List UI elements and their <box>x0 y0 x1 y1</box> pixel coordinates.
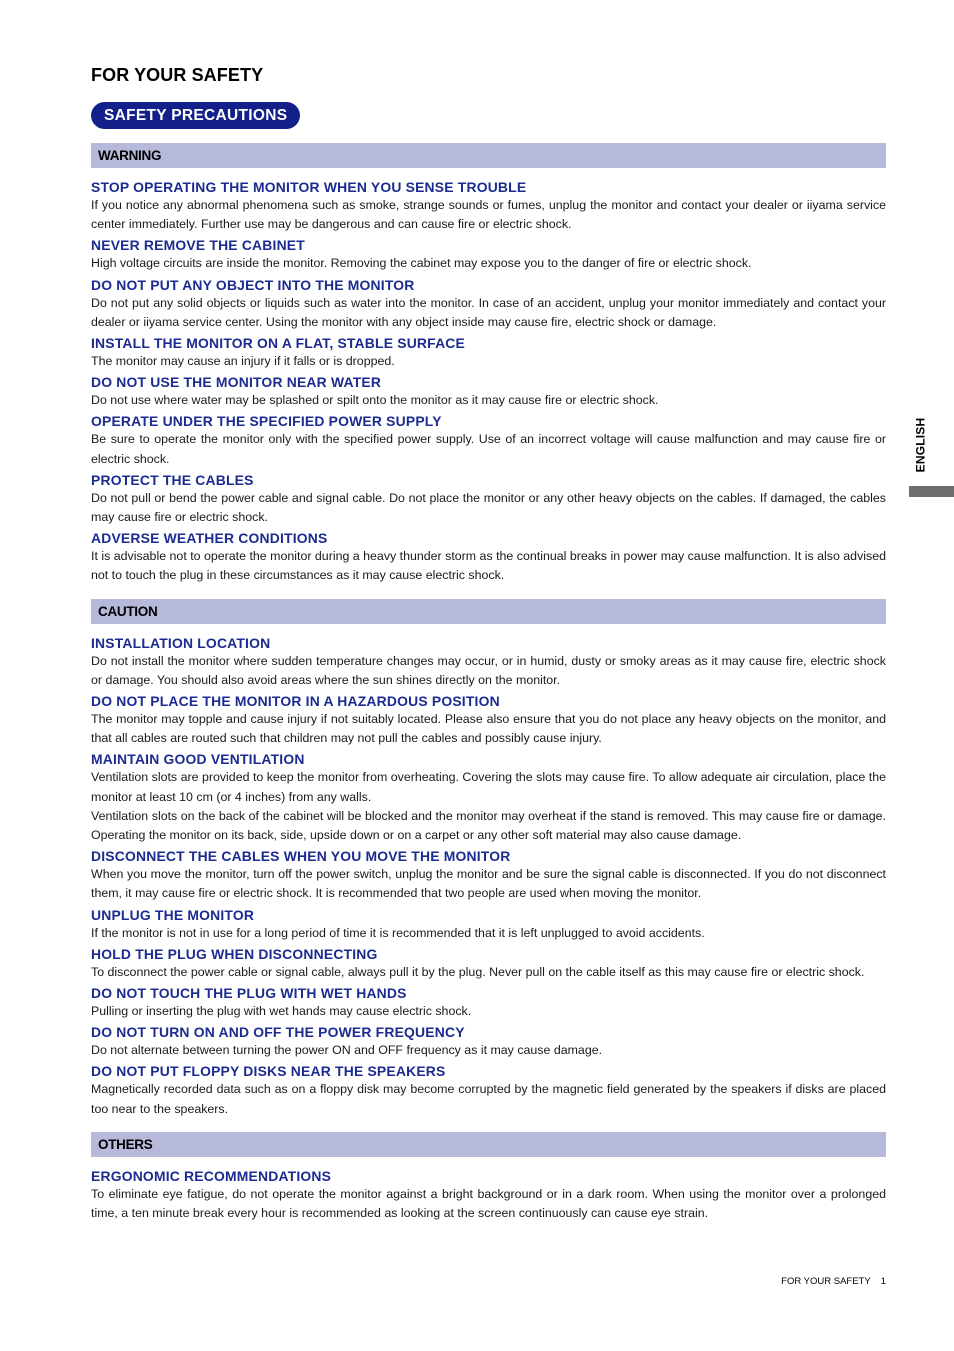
safety-item: OPERATE UNDER THE SPECIFIED POWER SUPPLY… <box>91 410 886 468</box>
section-others: OTHERS ERGONOMIC RECOMMENDATIONS To elimin… <box>91 1131 886 1223</box>
safety-content: WARNING STOP OPERATING THE MONITOR WHEN Y… <box>91 143 886 1223</box>
section-warning: WARNING STOP OPERATING THE MONITOR WHEN Y… <box>91 143 886 586</box>
item-paragraph: When you move the monitor, turn off the … <box>91 867 886 901</box>
safety-item: DO NOT PLACE THE MONITOR IN A HAZARDOUS … <box>91 690 886 748</box>
item-paragraph: High voltage circuits are inside the mon… <box>91 256 752 271</box>
item-paragraph: Do not use where water may be splashed o… <box>91 393 659 408</box>
item-paragraph: The monitor may topple and cause injury … <box>91 712 886 746</box>
item-heading: PROTECT THE CABLES <box>91 471 254 488</box>
item-paragraph: Magnetically recorded data such as on a … <box>91 1082 886 1116</box>
safety-item: DO NOT USE THE MONITOR NEAR WATER Do not … <box>91 371 886 410</box>
item-paragraph: It is advisable not to operate the monit… <box>91 549 886 583</box>
language-tab: ENGLISH <box>907 417 928 478</box>
safety-item: INSTALLATION LOCATION Do not install the … <box>91 624 886 690</box>
item-paragraph: Ventilation slots on the back of the cab… <box>91 808 886 843</box>
safety-item: DISCONNECT THE CABLES WHEN YOU MOVE THE … <box>91 845 886 903</box>
item-heading: ERGONOMIC RECOMMENDATIONS <box>91 1167 332 1184</box>
safety-item: UNPLUG THE MONITOR If the monitor is not … <box>91 904 886 943</box>
item-paragraph: The monitor may cause an injury if it fa… <box>91 354 395 369</box>
section-caution: CAUTION INSTALLATION LOCATION Do not insta… <box>91 598 886 1119</box>
safety-item: MAINTAIN GOOD VENTILATION Ventilation slo… <box>91 748 886 845</box>
item-heading: STOP OPERATING THE MONITOR WHEN YOU SENS… <box>91 179 527 195</box>
item-heading: DISCONNECT THE CABLES WHEN YOU MOVE THE … <box>91 848 511 865</box>
item-heading: INSTALL THE MONITOR ON A FLAT, STABLE SU… <box>91 335 466 352</box>
section-header: WARNING <box>91 143 886 168</box>
safety-item: DO NOT PUT ANY OBJECT INTO THE MONITOR Do… <box>91 274 886 332</box>
item-heading: DO NOT TOUCH THE PLUG WITH WET HANDS <box>91 985 407 1002</box>
language-marker <box>909 486 954 497</box>
item-heading: UNPLUG THE MONITOR <box>91 906 255 923</box>
section-header: CAUTION <box>91 598 886 624</box>
language-label: ENGLISH <box>913 417 928 473</box>
section-header: OTHERS <box>91 1131 886 1157</box>
safety-item: DO NOT PUT FLOPPY DISKS NEAR THE SPEAKER… <box>91 1060 886 1118</box>
item-paragraph: Ventilation slots are provided to keep t… <box>91 770 886 804</box>
item-heading: ADVERSE WEATHER CONDITIONS <box>91 530 328 547</box>
page-footer: FOR YOUR SAFETY 1 <box>781 1276 886 1287</box>
item-heading: DO NOT USE THE MONITOR NEAR WATER <box>91 374 382 391</box>
section-pill: SAFETY PRECAUTIONS <box>91 102 301 129</box>
safety-item: NEVER REMOVE THE CABINET High voltage cir… <box>91 234 886 273</box>
item-heading: DO NOT PUT FLOPPY DISKS NEAR THE SPEAKER… <box>91 1063 446 1080</box>
item-paragraph: Do not alternate between turning the pow… <box>91 1043 603 1058</box>
safety-item: DO NOT TURN ON AND OFF THE POWER FREQUEN… <box>91 1021 886 1060</box>
item-heading: HOLD THE PLUG WHEN DISCONNECTING <box>91 945 378 962</box>
page-number: 1 <box>880 1276 886 1287</box>
item-heading: OPERATE UNDER THE SPECIFIED POWER SUPPLY <box>91 413 442 430</box>
safety-item: DO NOT TOUCH THE PLUG WITH WET HANDS Pull… <box>91 982 886 1021</box>
item-paragraph: Be sure to operate the monitor only with… <box>91 432 886 466</box>
safety-item: STOP OPERATING THE MONITOR WHEN YOU SENS… <box>91 168 886 234</box>
safety-item: INSTALL THE MONITOR ON A FLAT, STABLE SU… <box>91 332 886 371</box>
item-heading: NEVER REMOVE THE CABINET <box>91 237 305 254</box>
item-paragraph: To eliminate eye fatigue, do not operate… <box>91 1186 886 1221</box>
item-heading: DO NOT PLACE THE MONITOR IN A HAZARDOUS … <box>91 693 500 710</box>
item-paragraph: Do not put any solid objects or liquids … <box>91 295 886 329</box>
item-paragraph: Do not install the monitor where sudden … <box>91 653 886 687</box>
item-paragraph: Do not pull or bend the power cable and … <box>91 490 886 525</box>
item-heading: DO NOT TURN ON AND OFF THE POWER FREQUEN… <box>91 1024 465 1041</box>
item-paragraph: If the monitor is not in use for a long … <box>91 925 705 940</box>
safety-item: HOLD THE PLUG WHEN DISCONNECTING To disco… <box>91 943 886 982</box>
item-paragraph: Pulling or inserting the plug with wet h… <box>91 1004 472 1019</box>
item-heading: MAINTAIN GOOD VENTILATION <box>91 751 305 768</box>
item-paragraph: To disconnect the power cable or signal … <box>91 964 865 979</box>
item-heading: INSTALLATION LOCATION <box>91 634 271 651</box>
safety-item: PROTECT THE CABLES Do not pull or bend th… <box>91 469 886 527</box>
safety-item: ERGONOMIC RECOMMENDATIONS To eliminate ey… <box>91 1157 886 1223</box>
safety-item: ADVERSE WEATHER CONDITIONS It is advisabl… <box>91 527 886 585</box>
footer-label: FOR YOUR SAFETY <box>781 1276 871 1287</box>
page-title: FOR YOUR SAFETY <box>91 65 264 85</box>
item-paragraph: If you notice any abnormal phenomena suc… <box>91 198 886 232</box>
item-heading: DO NOT PUT ANY OBJECT INTO THE MONITOR <box>91 276 415 293</box>
